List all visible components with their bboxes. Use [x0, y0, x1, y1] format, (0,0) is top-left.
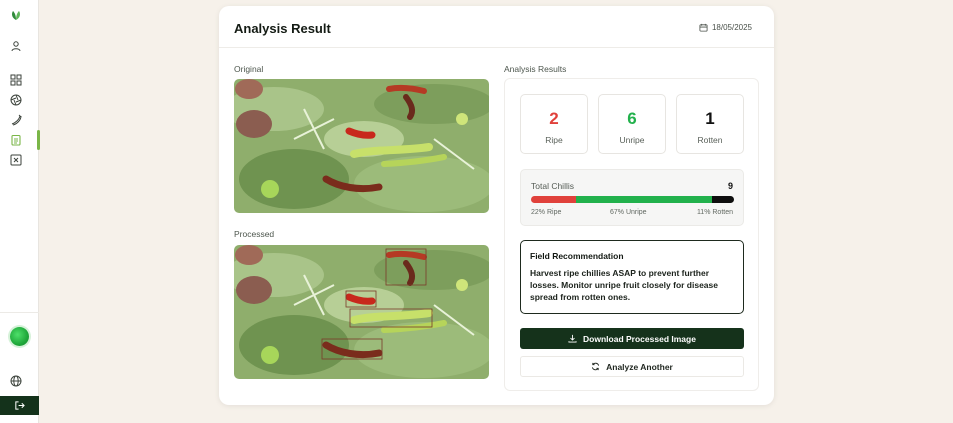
stat-label: Ripe — [545, 135, 563, 145]
stat-value: 1 — [705, 109, 715, 128]
download-button[interactable]: Download Processed Image — [520, 328, 744, 349]
stat-label: Rotten — [697, 135, 723, 145]
total-value: 9 — [727, 181, 733, 191]
analyze-another-button[interactable]: Analyze Another — [520, 356, 744, 377]
date-text: 18/05/2025 — [711, 23, 752, 32]
page-title: Analysis Result — [234, 21, 331, 36]
calendar-icon — [699, 23, 708, 32]
leaf-icon[interactable] — [9, 8, 23, 22]
ripe-percent: 22% Ripe — [531, 209, 562, 216]
logout-button[interactable] — [0, 396, 39, 415]
recommendation-text: Harvest ripe chillies ASAP to prevent fu… — [530, 268, 718, 302]
original-image — [234, 79, 489, 213]
distribution-bar — [531, 196, 734, 203]
download-icon — [568, 334, 577, 343]
stat-label: Unripe — [619, 135, 645, 145]
avatar[interactable] — [10, 327, 29, 346]
user-icon[interactable] — [9, 39, 23, 53]
total-label: Total Chillis — [531, 181, 574, 191]
clipboard-icon[interactable] — [9, 133, 23, 147]
bar-segment-ripe — [531, 196, 576, 203]
date-display: 18/05/2025 — [699, 23, 752, 32]
sidebar — [0, 0, 40, 423]
chili-icon[interactable] — [9, 113, 23, 127]
results-panel: 2 Ripe 6 Unripe 1 Rotten Total Chillis 9… — [504, 78, 759, 391]
refresh-icon — [592, 362, 600, 371]
unripe-percent: 67% Unripe — [610, 209, 647, 216]
bar-segment-rotten — [711, 196, 734, 203]
rotten-percent: 11% Rotten — [696, 209, 733, 216]
logout-icon — [15, 401, 25, 410]
stat-rotten: 1 Rotten — [676, 94, 744, 154]
stat-value: 6 — [627, 109, 637, 128]
results-label: Analysis Results — [504, 64, 567, 74]
globe-icon[interactable] — [9, 374, 23, 388]
field-recommendation: Field Recommendation Harvest ripe chilli… — [520, 240, 744, 314]
processed-image — [234, 245, 489, 379]
stat-unripe: 6 Unripe — [598, 94, 666, 154]
dashboard-icon[interactable] — [9, 73, 23, 87]
card-header: Analysis Result 18/05/2025 — [219, 6, 774, 48]
download-label: Download Processed Image — [583, 333, 696, 344]
analysis-card: Analysis Result 18/05/2025 Original Proc… — [219, 6, 774, 405]
aperture-icon[interactable] — [9, 93, 23, 107]
processed-label: Processed — [234, 229, 275, 239]
sidebar-divider — [0, 312, 39, 313]
recommendation-title: Field Recommendation — [530, 251, 624, 261]
analyze-label: Analyze Another — [606, 361, 673, 372]
original-label: Original — [234, 64, 264, 74]
active-indicator — [37, 130, 40, 150]
total-chillis-box: Total Chillis 9 22% Ripe 67% Unripe 11% … — [520, 169, 744, 226]
bar-segment-unripe — [575, 196, 712, 203]
stat-value: 2 — [549, 109, 559, 128]
close-square-icon[interactable] — [9, 153, 23, 167]
stat-ripe: 2 Ripe — [520, 94, 588, 154]
